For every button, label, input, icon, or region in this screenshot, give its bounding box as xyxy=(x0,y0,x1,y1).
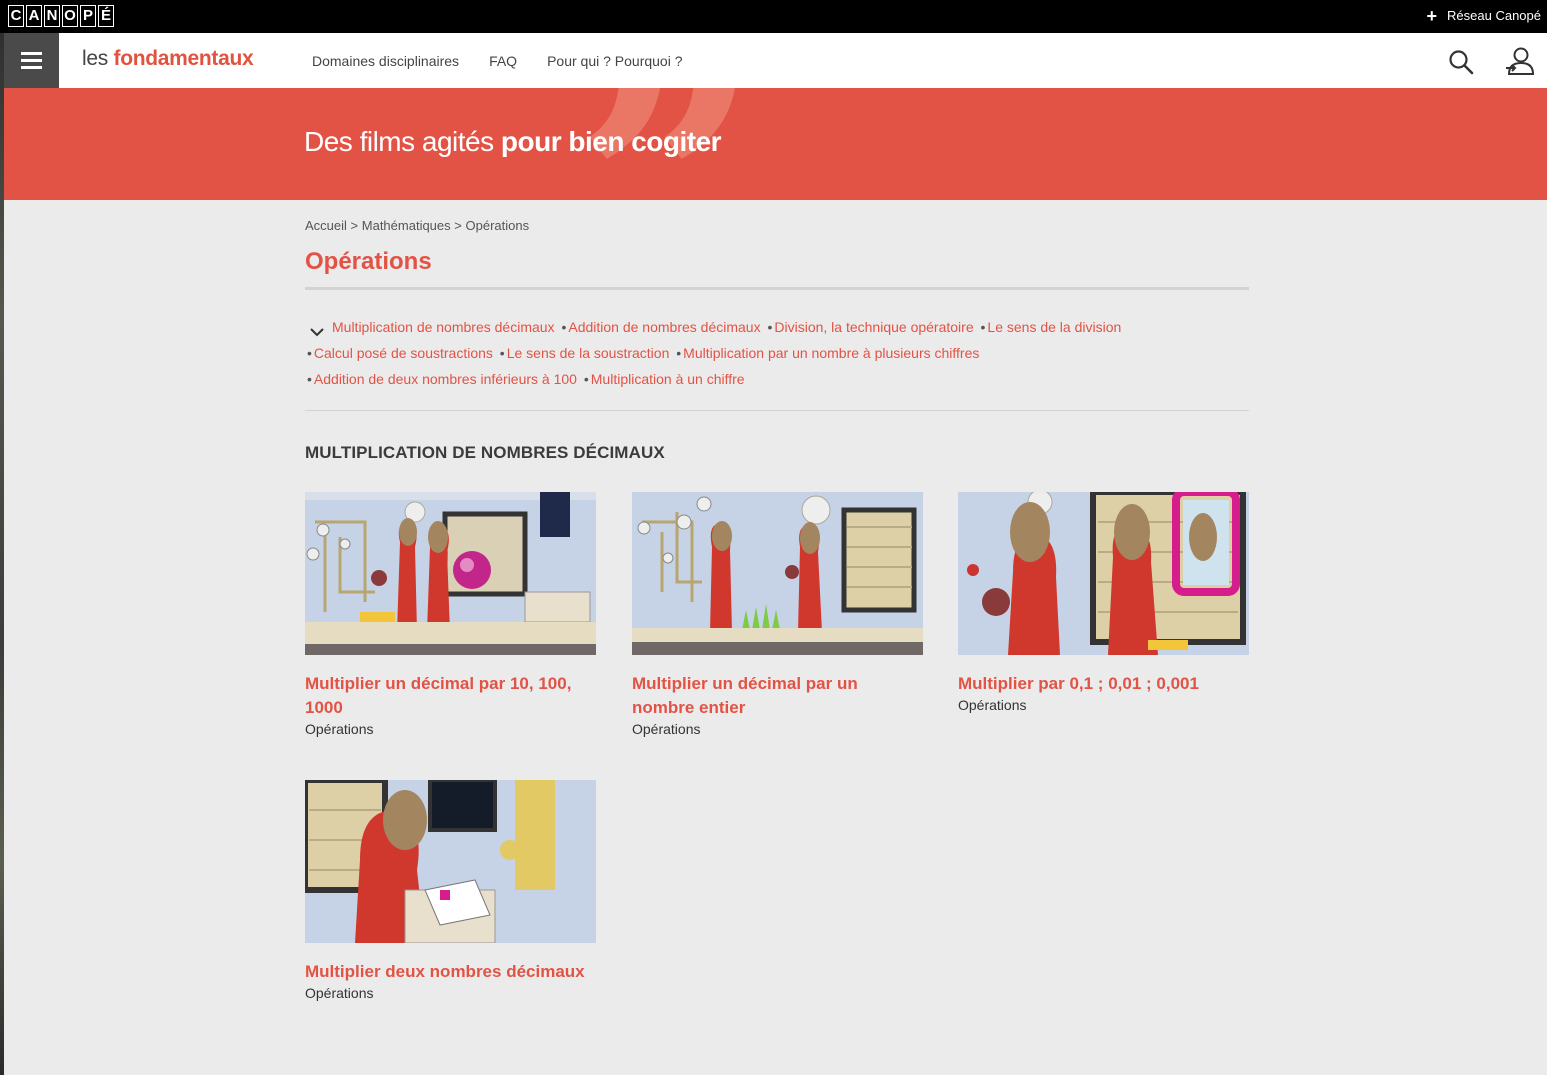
logo-letter: É xyxy=(98,5,114,27)
page-title: Opérations xyxy=(305,248,432,275)
video-thumbnail[interactable] xyxy=(305,780,596,943)
chapter-link[interactable]: Le sens de la division xyxy=(987,319,1121,335)
breadcrumb-item-operations: Opérations xyxy=(465,218,530,233)
logo-letter: N xyxy=(44,5,60,27)
video-card[interactable]: Multiplier un décimal par un nombre enti… xyxy=(632,492,923,737)
card-tag: Opérations xyxy=(305,721,374,737)
nav-item-faq[interactable]: FAQ xyxy=(489,53,517,69)
nav-item-domaines[interactable]: Domaines disciplinaires xyxy=(312,53,459,69)
chapter-divider xyxy=(305,410,1249,411)
logo-letter: C xyxy=(8,5,24,27)
user-icon[interactable] xyxy=(1505,47,1535,80)
card-title[interactable]: Multiplier deux nombres décimaux xyxy=(305,960,596,984)
reseau-canope-link[interactable]: + Réseau Canopé xyxy=(1426,5,1541,26)
breadcrumb-item-mathematiques[interactable]: Mathématiques xyxy=(362,218,451,233)
chapter-link[interactable]: Calcul posé de soustractions xyxy=(314,345,493,361)
canope-topbar: C A N O P É + Réseau Canopé xyxy=(0,0,1547,33)
chapter-link[interactable]: Addition de nombres décimaux xyxy=(568,319,760,335)
card-title[interactable]: Multiplier un décimal par un nombre enti… xyxy=(632,672,923,720)
logo-letter: A xyxy=(26,5,42,27)
chapter-link[interactable]: Multiplication à un chiffre xyxy=(591,371,745,387)
card-tag: Opérations xyxy=(305,985,374,1001)
canope-logo[interactable]: C A N O P É xyxy=(8,5,114,27)
chevron-down-icon[interactable] xyxy=(309,320,325,346)
video-card[interactable]: Multiplier par 0,1 ; 0,01 ; 0,001 Opérat… xyxy=(958,492,1249,713)
card-tag: Opérations xyxy=(632,721,701,737)
video-thumbnail[interactable] xyxy=(958,492,1249,655)
card-title[interactable]: Multiplier par 0,1 ; 0,01 ; 0,001 xyxy=(958,672,1249,696)
reseau-canope-label: Réseau Canopé xyxy=(1447,8,1541,23)
brand-name: fondamentaux xyxy=(113,47,254,70)
breadcrumb: Accueil > Mathématiques > Opérations xyxy=(305,218,529,233)
breadcrumb-separator: > xyxy=(454,218,462,233)
main-nav: Domaines disciplinaires FAQ Pour qui ? P… xyxy=(312,53,683,69)
video-thumbnail[interactable] xyxy=(632,492,923,655)
video-card[interactable]: Multiplier deux nombres décimaux Opérati… xyxy=(305,780,596,1001)
tagline-regular: Des films agités xyxy=(304,126,494,157)
chapter-link[interactable]: Division, la technique opératoire xyxy=(774,319,973,335)
breadcrumb-item-accueil[interactable]: Accueil xyxy=(305,218,347,233)
chapter-link[interactable]: Multiplication par un nombre à plusieurs… xyxy=(683,345,979,361)
banner-tagline: Des films agités pour bien cogiter xyxy=(304,126,722,158)
title-divider xyxy=(305,287,1249,290)
plus-icon: + xyxy=(1426,5,1438,26)
breadcrumb-separator: > xyxy=(350,218,359,233)
menu-icon xyxy=(21,52,42,55)
chapter-link[interactable]: Le sens de la soustraction xyxy=(507,345,670,361)
hero-banner: ” Des films agités pour bien cogiter xyxy=(4,88,1547,200)
search-icon[interactable] xyxy=(1448,49,1474,80)
site-header: les fondamentaux Domaines disciplinaires… xyxy=(4,33,1547,88)
chapter-link[interactable]: Addition de deux nombres inférieurs à 10… xyxy=(314,371,577,387)
chapter-link[interactable]: Multiplication de nombres décimaux xyxy=(332,319,555,335)
card-tag: Opérations xyxy=(958,697,1027,713)
section-title: MULTIPLICATION DE NOMBRES DÉCIMAUX xyxy=(305,443,665,462)
video-card[interactable]: Multiplier un décimal par 10, 100, 1000 … xyxy=(305,492,596,737)
logo-letter: P xyxy=(80,5,96,27)
logo-letter: O xyxy=(62,5,78,27)
video-thumbnail[interactable] xyxy=(305,492,596,655)
nav-item-pour-qui[interactable]: Pour qui ? Pourquoi ? xyxy=(547,53,682,69)
card-title[interactable]: Multiplier un décimal par 10, 100, 1000 xyxy=(305,672,596,720)
tagline-bold: pour bien cogiter xyxy=(500,126,722,157)
brand-prefix: les xyxy=(82,47,108,70)
chapter-list: Multiplication de nombres décimaux • Addi… xyxy=(307,319,1122,387)
menu-button[interactable] xyxy=(4,33,59,88)
brand-logo[interactable]: les fondamentaux xyxy=(82,47,254,71)
